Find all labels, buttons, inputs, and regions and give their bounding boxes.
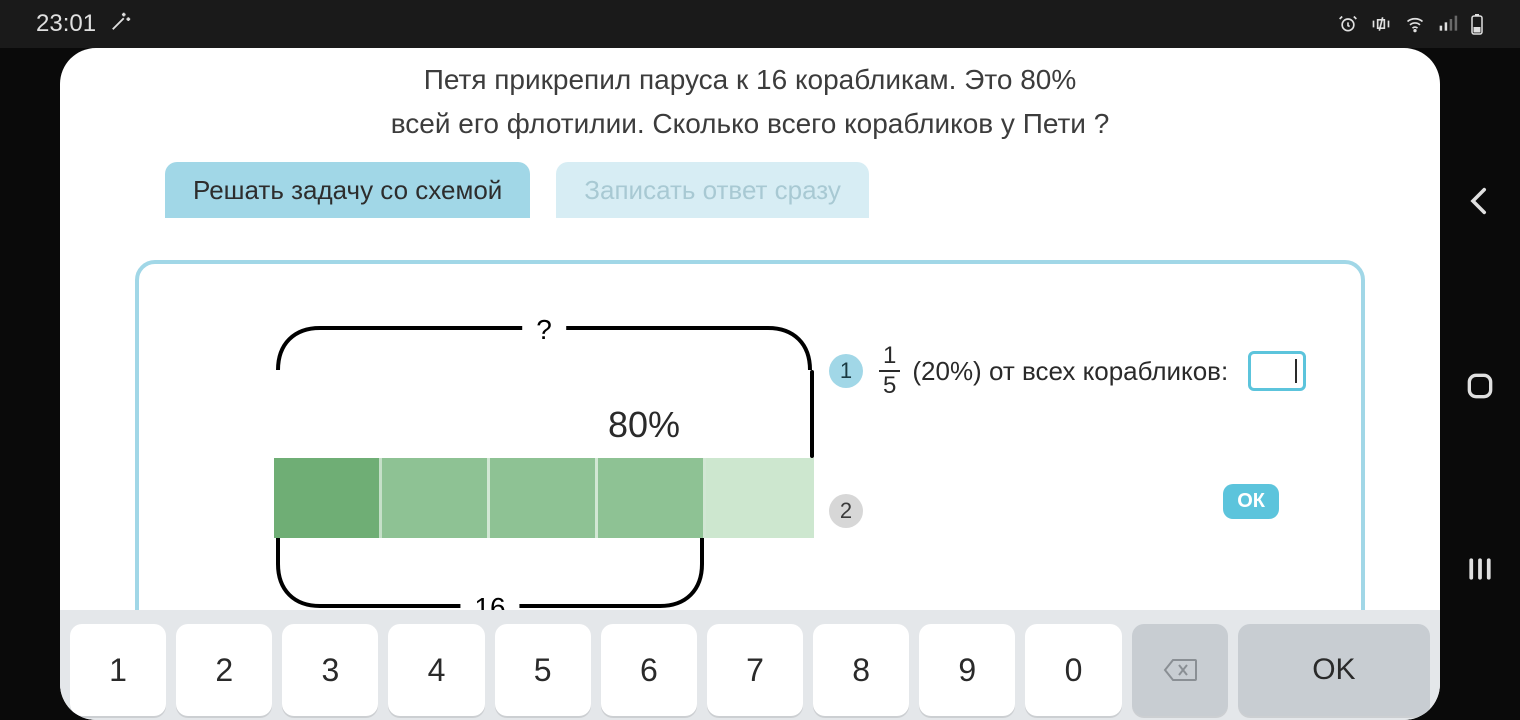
fraction-numerator: 1 xyxy=(879,344,900,372)
wifi-icon xyxy=(1404,14,1426,34)
home-icon[interactable] xyxy=(1464,370,1496,402)
problem-line-2: всей его флотилии. Сколько всего корабли… xyxy=(80,102,1420,146)
key-5[interactable]: 5 xyxy=(495,624,591,716)
key-1[interactable]: 1 xyxy=(70,624,166,716)
bar-segment xyxy=(382,458,490,538)
fraction-one-fifth: 1 5 xyxy=(879,344,900,398)
key-3[interactable]: 3 xyxy=(282,624,378,716)
bar-segment xyxy=(490,458,598,538)
battery-icon xyxy=(1470,13,1484,35)
alarm-icon xyxy=(1338,14,1358,34)
percent-label: 80% xyxy=(274,404,706,446)
step-1-number: 1 xyxy=(829,354,863,388)
bracket-right-line xyxy=(810,370,814,458)
key-7[interactable]: 7 xyxy=(707,624,803,716)
top-bracket-label: ? xyxy=(522,314,566,346)
key-6[interactable]: 6 xyxy=(601,624,697,716)
numeric-keyboard: 1 2 3 4 5 6 7 8 9 0 OK xyxy=(60,610,1440,720)
status-time: 23:01 xyxy=(36,10,96,38)
key-backspace[interactable] xyxy=(1132,624,1228,716)
step-1: 1 1 5 (20%) от всех корабликов: xyxy=(829,344,1321,398)
android-status-bar: 23:01 xyxy=(0,0,1520,48)
problem-statement: Петя прикрепил паруса к 16 корабликам. Э… xyxy=(60,48,1440,152)
key-9[interactable]: 9 xyxy=(919,624,1015,716)
android-nav-rail xyxy=(1440,48,1520,720)
back-icon[interactable] xyxy=(1463,184,1497,218)
key-8[interactable]: 8 xyxy=(813,624,909,716)
bar-segment xyxy=(706,458,814,538)
key-2[interactable]: 2 xyxy=(176,624,272,716)
key-ok[interactable]: OK xyxy=(1238,624,1430,716)
bar-segment xyxy=(274,458,382,538)
fraction-denominator: 5 xyxy=(879,372,900,398)
magic-wand-icon xyxy=(110,10,132,39)
backspace-icon xyxy=(1163,657,1197,683)
tab-solve-with-scheme[interactable]: Решать задачу со схемой xyxy=(165,162,530,218)
step-2-number: 2 xyxy=(829,494,863,528)
app-surface: Петя прикрепил паруса к 16 корабликам. Э… xyxy=(60,48,1440,720)
step-1-text: (20%) от всех корабликов: xyxy=(912,356,1228,387)
problem-line-1: Петя прикрепил паруса к 16 корабликам. Э… xyxy=(80,58,1420,102)
answer-input[interactable] xyxy=(1248,351,1306,391)
key-0[interactable]: 0 xyxy=(1025,624,1121,716)
fraction-diagram: ? 80% 16 xyxy=(274,324,814,644)
tab-direct-answer[interactable]: Записать ответ сразу xyxy=(556,162,869,218)
fraction-bar xyxy=(274,458,814,538)
solution-steps: 1 1 5 (20%) от всех корабликов: ОК 2 xyxy=(829,344,1321,528)
mode-tabs: Решать задачу со схемой Записать ответ с… xyxy=(165,162,1440,218)
recents-icon[interactable] xyxy=(1465,554,1495,584)
key-4[interactable]: 4 xyxy=(388,624,484,716)
ok-mini-button[interactable]: ОК xyxy=(1223,484,1279,519)
vibrate-icon xyxy=(1370,14,1392,34)
bar-segment xyxy=(598,458,706,538)
signal-icon xyxy=(1438,14,1458,34)
work-panel: ? 80% 16 1 xyxy=(135,260,1365,650)
